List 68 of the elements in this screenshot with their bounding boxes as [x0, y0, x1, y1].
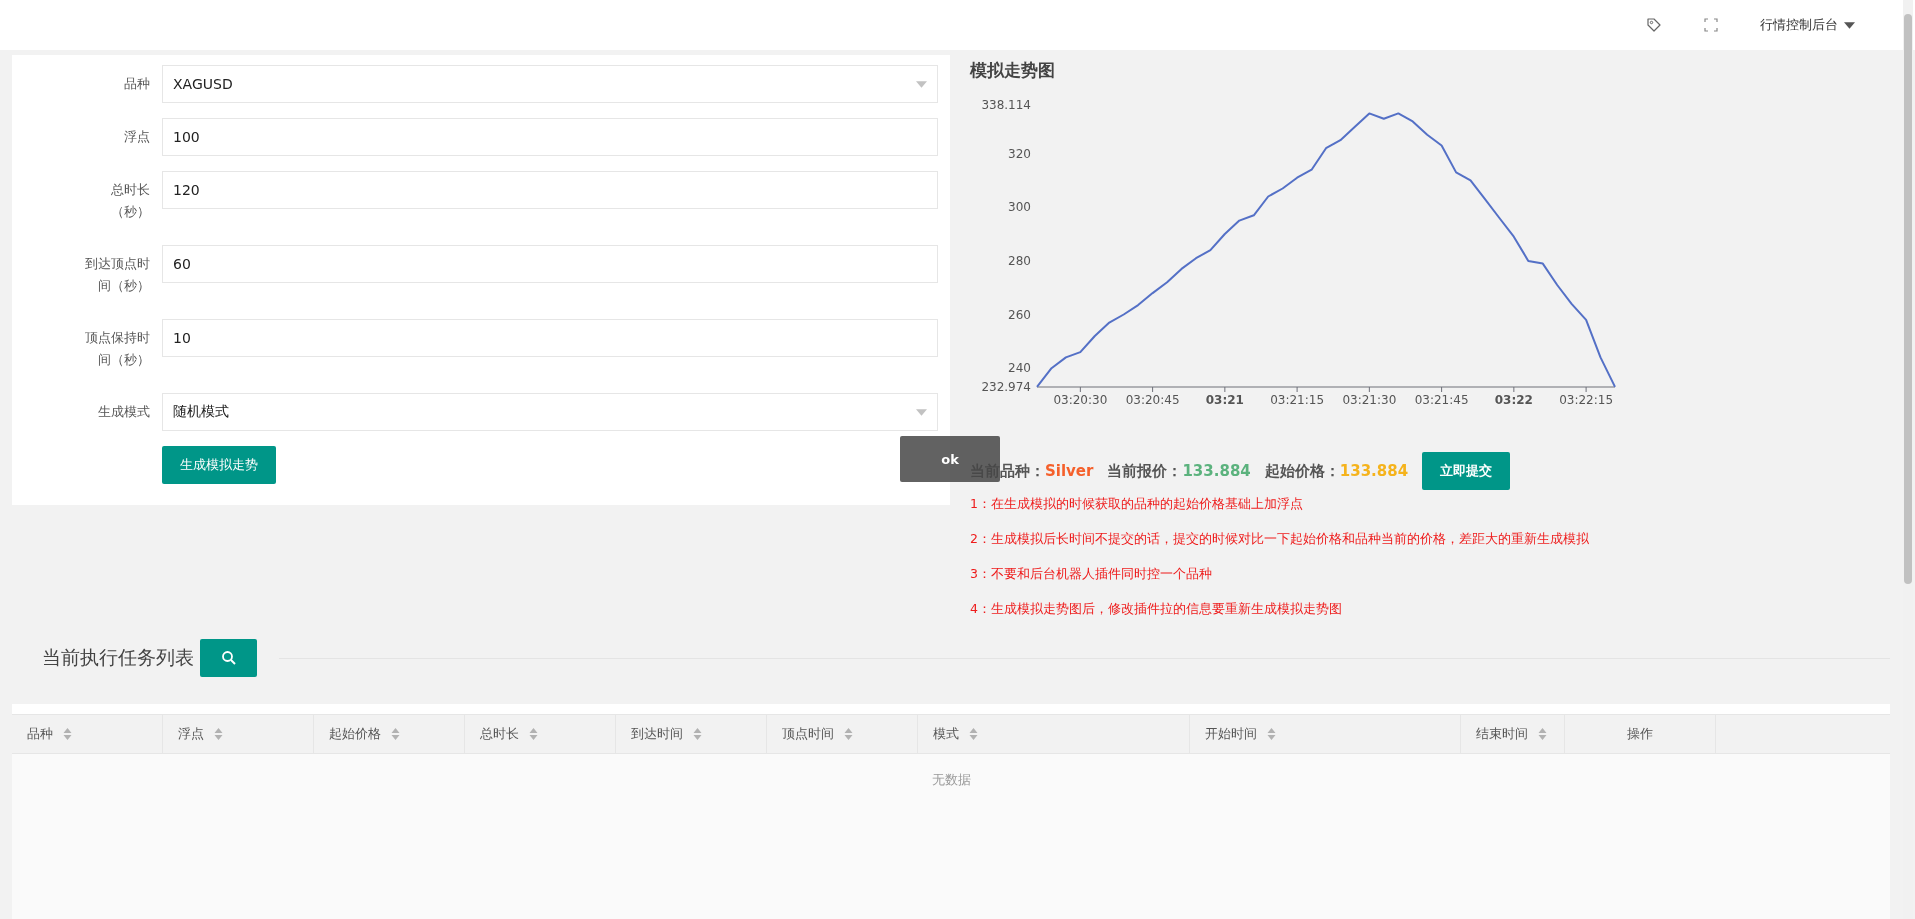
x-tick-label: 03:20:45 [1125, 393, 1180, 407]
sort-icon[interactable] [63, 728, 72, 740]
start-price-label: 起始价格： [1264, 461, 1340, 481]
empty-text: 无数据 [931, 772, 971, 789]
generate-button[interactable]: 生成模拟走势 [162, 446, 276, 484]
select-field[interactable]: XAGUSD [162, 65, 938, 103]
price-label: 当前报价： [1107, 461, 1183, 481]
section-title: 当前执行任务列表 [42, 645, 194, 670]
column-header[interactable]: 顶点时间 [782, 725, 834, 743]
input-field[interactable]: 100 [162, 118, 938, 156]
start-price-value: 133.884 [1339, 462, 1409, 480]
submit-button[interactable]: 立即提交 [1422, 452, 1511, 490]
x-tick-label: 03:22:15 [1559, 393, 1614, 407]
y-tick-label: 320 [1008, 146, 1031, 161]
field-label: 到达顶点时间（秒） [84, 255, 150, 295]
sort-icon[interactable] [391, 728, 400, 740]
dropdown-icon [916, 80, 927, 88]
note-text: 4：生成模拟走势图后，修改插件拉的信息要重新生成模拟走势图 [970, 601, 1343, 618]
y-tick-label: 232.974 [981, 380, 1031, 394]
fullscreen-icon[interactable] [1703, 17, 1719, 33]
field-label: 顶点保持时间（秒） [84, 329, 150, 369]
sort-icon[interactable] [844, 728, 853, 740]
y-tick-label: 260 [1008, 307, 1031, 322]
dropdown-icon [916, 408, 927, 416]
column-header[interactable]: 品种 [27, 725, 53, 743]
x-tick-label: 03:21:15 [1270, 393, 1325, 407]
x-tick-label: 03:21:45 [1414, 393, 1469, 407]
x-tick-label: 03:21 [1205, 393, 1244, 407]
y-tick-label: 338.114 [981, 98, 1031, 112]
input-field[interactable]: 120 [162, 171, 938, 209]
column-header[interactable]: 总时长 [480, 725, 519, 743]
search-button[interactable] [200, 639, 257, 677]
sort-icon[interactable] [1267, 728, 1276, 740]
column-header[interactable]: 起始价格 [329, 725, 381, 743]
y-tick-label: 240 [1008, 361, 1031, 376]
column-header: 操作 [1627, 725, 1653, 743]
y-tick-label: 280 [1008, 253, 1031, 268]
x-tick-label: 03:21:30 [1342, 393, 1397, 407]
select-field[interactable]: 随机模式 [162, 393, 938, 431]
sort-icon[interactable] [969, 728, 978, 740]
sort-icon[interactable] [214, 728, 223, 740]
column-header[interactable]: 浮点 [178, 725, 204, 743]
chart-title: 模拟走势图 [970, 59, 1056, 82]
y-tick-label: 300 [1008, 200, 1031, 215]
sort-icon[interactable] [529, 728, 538, 740]
field-label: 总时长（秒） [110, 181, 150, 221]
x-tick-label: 03:22 [1494, 393, 1533, 407]
caret-icon [1844, 21, 1855, 29]
field-label: 品种 [123, 75, 150, 93]
column-header[interactable]: 开始时间 [1205, 725, 1257, 743]
input-field[interactable]: 60 [162, 245, 938, 283]
note-text: 2：生成模拟后长时间不提交的话，提交的时候对比一下起始价格和品种当前的价格，差距大的重新生成模拟 [970, 531, 1590, 548]
field-label: 生成模式 [97, 403, 150, 421]
column-header[interactable]: 结束时间 [1476, 725, 1528, 743]
column-header[interactable]: 到达时间 [631, 725, 683, 743]
search-icon [220, 650, 237, 666]
tag-icon[interactable] [1646, 17, 1662, 33]
user-menu[interactable]: 行情控制后台 [1760, 16, 1855, 34]
sort-icon[interactable] [1538, 728, 1547, 740]
note-text: 1：在生成模拟的时候获取的品种的起始价格基础上加浮点 [970, 496, 1304, 513]
price-value: 133.884 [1182, 462, 1251, 480]
x-tick-label: 03:20:30 [1053, 393, 1108, 407]
column-header[interactable]: 模式 [933, 725, 959, 743]
sort-icon[interactable] [693, 728, 702, 740]
input-field[interactable]: 10 [162, 319, 938, 357]
symbol-value: Silver [1045, 462, 1094, 480]
field-label: 浮点 [123, 128, 150, 146]
note-text: 3：不要和后台机器人插件同时控一个品种 [970, 566, 1213, 583]
